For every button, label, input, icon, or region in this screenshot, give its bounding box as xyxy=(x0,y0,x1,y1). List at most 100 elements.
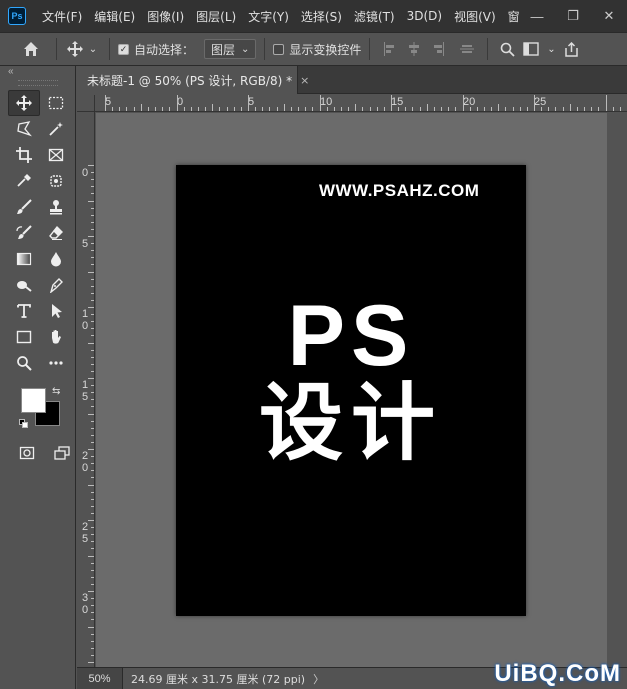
menu-bar: Ps 文件(F) 编辑(E) 图像(I) 图层(L) 文字(Y) 选择(S) 滤… xyxy=(0,0,627,32)
default-colors-icon[interactable] xyxy=(19,419,28,428)
ruler-tick xyxy=(91,434,94,436)
hand-tool[interactable] xyxy=(40,324,72,350)
canvas-watermark-text: WWW.PSAHZ.COM xyxy=(319,181,480,200)
blur-tool[interactable] xyxy=(40,246,72,272)
ruler-tick xyxy=(88,555,94,557)
horizontal-ruler[interactable]: 5 0 5 10 15 20 25 xyxy=(95,95,627,112)
restore-button[interactable]: ❐ xyxy=(555,0,591,32)
foreground-color-swatch[interactable] xyxy=(21,388,46,413)
share-icon[interactable] xyxy=(558,41,584,57)
ruler-tick xyxy=(483,107,485,111)
swap-colors-icon[interactable]: ⇆ xyxy=(52,386,60,397)
lasso-tool[interactable] xyxy=(8,116,40,142)
ruler-tick xyxy=(212,104,214,111)
eyedropper-tool[interactable] xyxy=(8,168,40,194)
auto-select-target-dropdown[interactable]: 图层 ⌄ xyxy=(204,39,257,59)
zoom-level-field[interactable]: 50% xyxy=(77,667,123,689)
align-center-icon[interactable] xyxy=(407,42,421,56)
vertical-ruler[interactable]: 0 5 1 0 1 5 2 0 2 5 3 0 xyxy=(77,112,95,667)
gradient-tool[interactable] xyxy=(8,246,40,272)
ruler-tick xyxy=(91,356,94,358)
ruler-tick xyxy=(91,314,94,316)
workspace-icon[interactable] xyxy=(518,42,544,56)
menu-image[interactable]: 图像(I) xyxy=(141,8,190,25)
magic-wand-tool[interactable] xyxy=(40,116,72,142)
align-left-icon[interactable] xyxy=(383,42,397,56)
minimize-button[interactable]: — xyxy=(519,0,555,32)
canvas-document[interactable]: WWW.PSAHZ.COM PS 设计 xyxy=(176,165,526,616)
drop-icon xyxy=(51,252,61,267)
move-tool[interactable] xyxy=(8,90,40,116)
clone-stamp-tool[interactable] xyxy=(40,194,72,220)
ruler-tick xyxy=(91,427,94,429)
ruler-tick xyxy=(91,250,94,252)
screen-mode-button[interactable] xyxy=(49,440,76,466)
ruler-tick xyxy=(91,335,94,337)
ruler-tick xyxy=(91,349,94,351)
menu-edit[interactable]: 编辑(E) xyxy=(88,8,141,25)
ruler-tick xyxy=(576,107,578,111)
ruler-origin[interactable] xyxy=(77,95,95,112)
rectangle-icon xyxy=(16,330,32,344)
history-brush-tool[interactable] xyxy=(8,220,40,246)
ruler-tick xyxy=(91,193,94,195)
ruler-tick xyxy=(176,95,178,111)
show-transform-checkbox[interactable] xyxy=(273,43,285,55)
ruler-tick xyxy=(476,107,478,111)
ruler-tick xyxy=(326,107,328,111)
menu-layer[interactable]: 图层(L) xyxy=(190,8,242,25)
document-size-info: 24.69 厘米 x 31.75 厘米 (72 ppi) xyxy=(131,672,306,686)
ruler-tick xyxy=(91,328,94,330)
more-tools[interactable] xyxy=(40,350,72,376)
ruler-tick xyxy=(88,662,94,663)
close-button[interactable]: ✕ xyxy=(591,0,627,32)
marquee-tool[interactable] xyxy=(40,90,72,116)
ruler-tick xyxy=(190,107,192,111)
menu-type[interactable]: 文字(Y) xyxy=(242,8,295,25)
align-middle-icon[interactable] xyxy=(460,42,475,56)
status-menu-arrow[interactable]: 〉 xyxy=(313,671,324,687)
mode-row xyxy=(0,440,75,466)
close-icon[interactable]: × xyxy=(300,74,309,87)
menu-view[interactable]: 视图(V) xyxy=(448,8,502,25)
zoom-tool[interactable] xyxy=(8,350,40,376)
menu-file[interactable]: 文件(F) xyxy=(36,8,88,25)
auto-select-checkbox[interactable]: ✓ xyxy=(118,43,129,55)
eraser-tool[interactable] xyxy=(40,220,72,246)
path-selection-tool[interactable] xyxy=(40,298,72,324)
eraser-icon xyxy=(49,225,63,240)
ruler-tick xyxy=(534,95,535,111)
collapse-panel-icon[interactable]: « xyxy=(0,66,75,80)
home-icon[interactable] xyxy=(14,41,48,57)
ruler-tick xyxy=(91,647,94,649)
ruler-tick xyxy=(340,107,342,111)
brush-tool[interactable] xyxy=(8,194,40,220)
vertical-scroll-area[interactable] xyxy=(607,113,627,667)
dodge-tool[interactable] xyxy=(8,272,40,298)
frame-tool[interactable] xyxy=(40,142,72,168)
spot-healing-tool[interactable] xyxy=(40,168,72,194)
pen-tool[interactable] xyxy=(40,272,72,298)
move-tool-icon[interactable] xyxy=(65,41,85,57)
ruler-tick xyxy=(333,107,335,111)
align-right-icon[interactable] xyxy=(431,42,445,56)
ruler-tick xyxy=(91,640,94,642)
quick-mask-button[interactable] xyxy=(14,440,41,466)
ruler-tick xyxy=(91,583,94,585)
menu-select[interactable]: 选择(S) xyxy=(295,8,348,25)
chevron-down-icon[interactable]: ⌄ xyxy=(544,44,558,55)
menu-filter[interactable]: 滤镜(T) xyxy=(348,8,401,25)
document-tab[interactable]: 未标题-1 @ 50% (PS 设计, RGB/8) * × xyxy=(77,66,309,94)
ruler-tick xyxy=(226,107,228,111)
panel-grip[interactable] xyxy=(17,80,58,86)
search-icon[interactable] xyxy=(496,42,518,57)
ruler-tick xyxy=(433,107,435,111)
ruler-tick xyxy=(91,541,94,543)
type-tool[interactable] xyxy=(8,298,40,324)
rectangle-tool[interactable] xyxy=(8,324,40,350)
ruler-tick xyxy=(319,95,321,111)
chevron-down-icon[interactable]: ⌄ xyxy=(85,44,101,55)
ruler-tick xyxy=(91,470,94,472)
menu-3d[interactable]: 3D(D) xyxy=(401,9,448,23)
crop-tool[interactable] xyxy=(8,142,40,168)
